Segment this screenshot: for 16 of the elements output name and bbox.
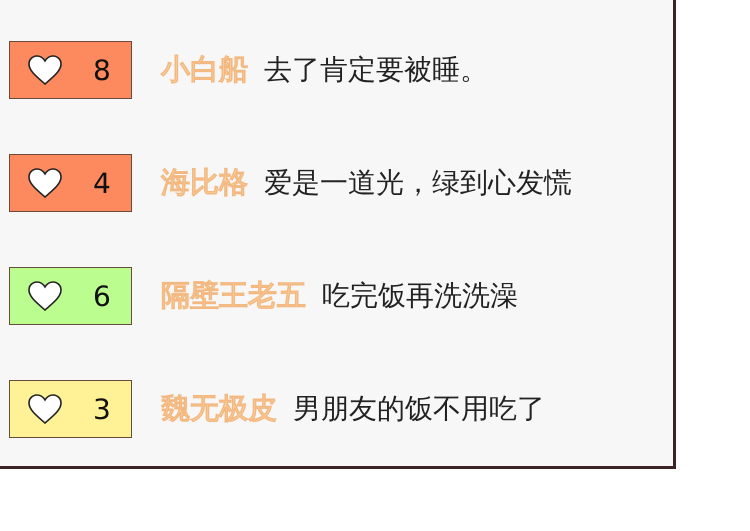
- heart-icon: [27, 280, 63, 312]
- like-badge[interactable]: 4: [9, 154, 132, 212]
- like-count: 6: [93, 280, 111, 312]
- comment-text: 男朋友的饭不用吃了: [293, 391, 545, 427]
- heart-icon: [27, 167, 63, 199]
- heart-icon: [27, 393, 63, 425]
- like-count: 8: [93, 54, 111, 86]
- comment-text: 吃完饭再洗洗澡: [322, 278, 518, 314]
- like-count: 3: [93, 392, 111, 426]
- like-badge[interactable]: 6: [9, 267, 132, 325]
- comment-text: 爱是一道光，绿到心发慌: [264, 165, 572, 201]
- heart-icon: [27, 54, 63, 86]
- like-badge[interactable]: 8: [9, 41, 132, 99]
- like-count: 4: [93, 166, 111, 200]
- comment-text: 去了肯定要被睡。: [264, 52, 488, 88]
- like-badge[interactable]: 3: [9, 380, 132, 438]
